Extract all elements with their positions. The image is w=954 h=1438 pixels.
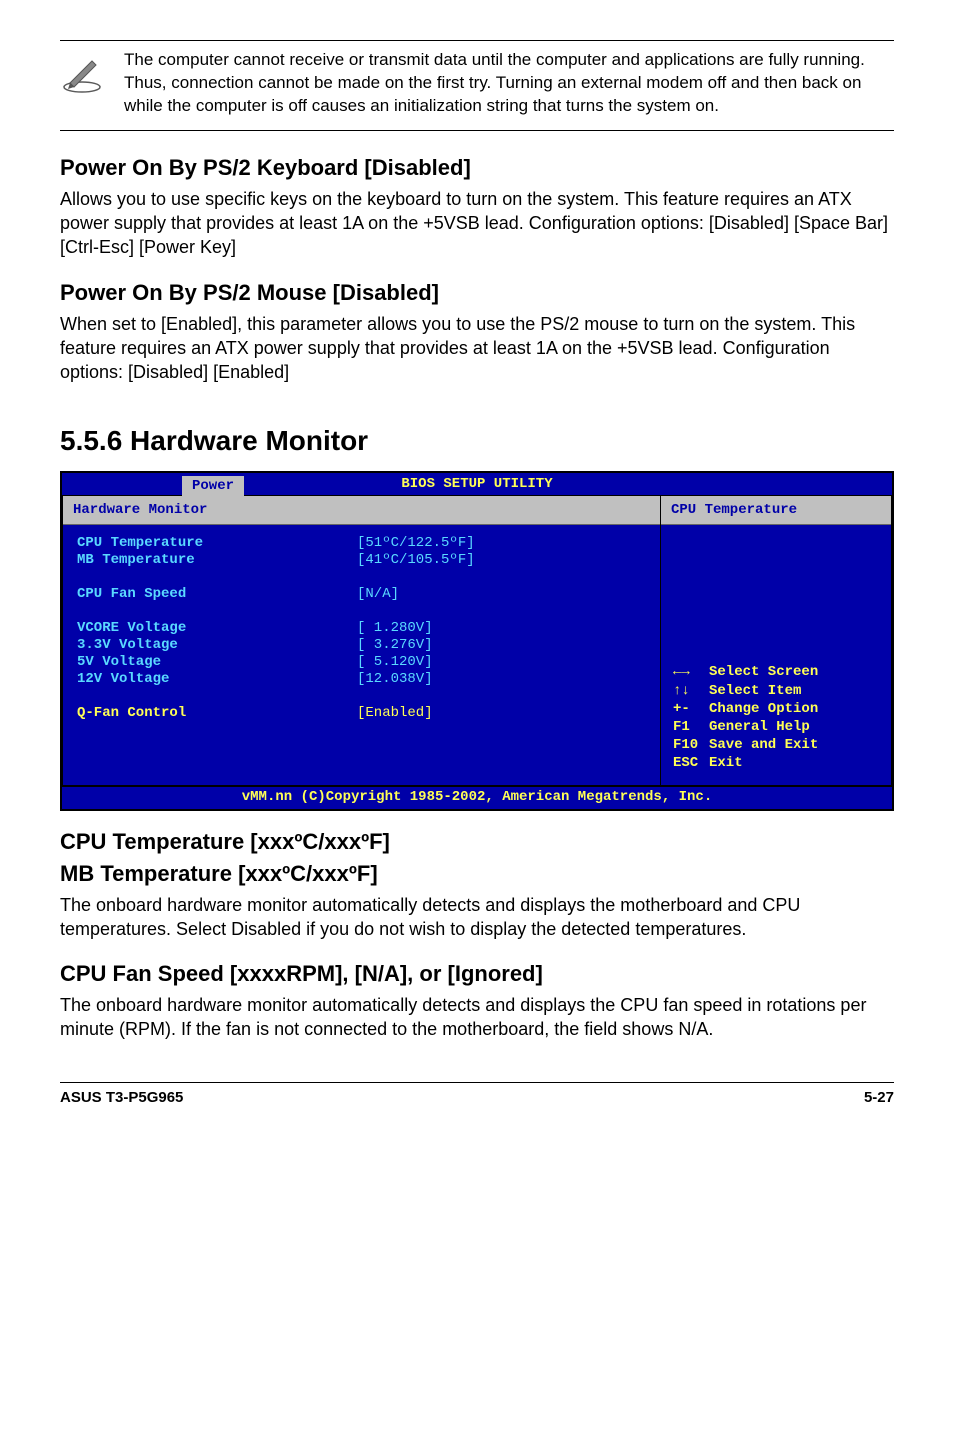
heading-cputemp2: MB Temperature [xxxºC/xxxºF] <box>60 861 894 887</box>
bios-help-panel: ←→Select Screen ↑↓Select Item +-Change O… <box>661 525 891 785</box>
para-fanspeed: The onboard hardware monitor automatical… <box>60 993 894 1042</box>
heading-fanspeed: CPU Fan Speed [xxxxRPM], [N/A], or [Igno… <box>60 961 894 987</box>
heading-hwmon: 5.5.6 Hardware Monitor <box>60 425 894 457</box>
footer-left: ASUS T3-P5G965 <box>60 1089 183 1106</box>
bios-title: BIOS SETUP UTILITY <box>401 476 552 492</box>
bios-row[interactable]: CPU Fan Speed[N/A] <box>77 586 646 602</box>
heading-cputemp1: CPU Temperature [xxxºC/xxxºF] <box>60 829 894 855</box>
heading-ps2mouse: Power On By PS/2 Mouse [Disabled] <box>60 280 894 306</box>
note-text: The computer cannot receive or transmit … <box>124 49 894 118</box>
bios-row[interactable]: 3.3V Voltage[ 3.276V] <box>77 637 646 653</box>
bios-help-title: CPU Temperature <box>661 496 891 525</box>
heading-ps2kb: Power On By PS/2 Keyboard [Disabled] <box>60 155 894 181</box>
bios-row[interactable]: 5V Voltage[ 5.120V] <box>77 654 646 670</box>
footer-right: 5-27 <box>864 1089 894 1106</box>
bios-section-title: Hardware Monitor <box>63 496 660 525</box>
bios-content: CPU Temperature[51ºC/122.5ºF] MB Tempera… <box>63 525 660 762</box>
para-ps2mouse: When set to [Enabled], this parameter al… <box>60 312 894 385</box>
para-cputemp: The onboard hardware monitor automatical… <box>60 893 894 942</box>
bios-row[interactable]: 12V Voltage[12.038V] <box>77 671 646 687</box>
pencil-icon <box>60 53 104 98</box>
page-footer: ASUS T3-P5G965 5-27 <box>60 1082 894 1106</box>
bios-footer: vMM.nn (C)Copyright 1985-2002, American … <box>62 786 892 809</box>
bios-tab-power[interactable]: Power <box>182 476 244 496</box>
bios-row[interactable]: CPU Temperature[51ºC/122.5ºF] <box>77 535 646 551</box>
bios-row[interactable]: MB Temperature[41ºC/105.5ºF] <box>77 552 646 568</box>
bios-row[interactable]: Q-Fan Control[Enabled] <box>77 705 646 721</box>
bios-row[interactable]: VCORE Voltage[ 1.280V] <box>77 620 646 636</box>
para-ps2kb: Allows you to use specific keys on the k… <box>60 187 894 260</box>
bios-panel: Power BIOS SETUP UTILITY Hardware Monito… <box>60 471 894 811</box>
note-box: The computer cannot receive or transmit … <box>60 40 894 131</box>
bios-titlebar: Power BIOS SETUP UTILITY <box>62 473 892 495</box>
